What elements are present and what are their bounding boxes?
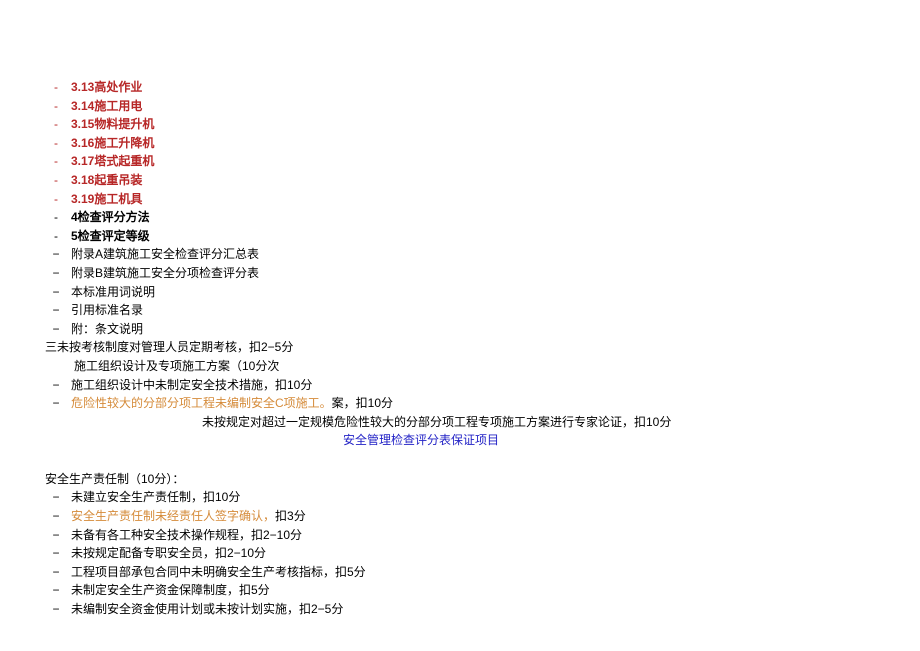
body-text: 施工组织设计中未制定安全技术措施，扣10分 bbox=[71, 376, 920, 395]
list-item: - 5检查评定等级 bbox=[41, 227, 920, 246]
body-line: − 施工组织设计中未制定安全技术措施，扣10分 bbox=[41, 376, 920, 395]
body-line: 未按规定对超过一定规模危险性较大的分部分项工程专项施工方案进行专家论证，扣10分 bbox=[41, 413, 920, 432]
body-text: 未按规定对超过一定规模危险性较大的分部分项工程专项施工方案进行专家论证，扣10分 bbox=[202, 413, 920, 432]
toc-link[interactable]: 3.17塔式起重机 bbox=[71, 152, 920, 171]
list-item: − 工程项目部承包合同中未明确安全生产考核指标，扣5分 bbox=[41, 563, 920, 582]
list-bullet: − bbox=[41, 264, 71, 283]
list-item: − 附录B建筑施工安全分项检查评分表 bbox=[41, 264, 920, 283]
list-bullet: - bbox=[41, 208, 71, 227]
body-text: 工程项目部承包合同中未明确安全生产考核指标，扣5分 bbox=[71, 563, 920, 582]
list-item: - 3.15物料提升机 bbox=[41, 115, 920, 134]
list-item: − 附：条文说明 bbox=[41, 320, 920, 339]
body-text: 未制定安全生产资金保障制度，扣5分 bbox=[71, 581, 920, 600]
toc-text: 本标准用词说明 bbox=[71, 283, 920, 302]
list-bullet: − bbox=[41, 526, 71, 545]
list-item: - 3.13高处作业 bbox=[41, 78, 920, 97]
list-bullet: − bbox=[41, 320, 71, 339]
list-item: − 未按规定配备专职安全员，扣2−10分 bbox=[41, 544, 920, 563]
toc-link[interactable]: 4检查评分方法 bbox=[71, 208, 920, 227]
list-bullet: - bbox=[41, 78, 71, 97]
body-line: − 危险性较大的分部分项工程未编制安全C项施工。案，扣10分 bbox=[41, 394, 920, 413]
section-heading: 安全生产责任制（10分）： bbox=[41, 470, 920, 489]
list-item: − 未备有各工种安全技术操作规程，扣2−10分 bbox=[41, 526, 920, 545]
section-safety-responsibility: 安全生产责任制（10分）： − 未建立安全生产责任制，扣10分 − 安全生产责任… bbox=[41, 470, 920, 619]
list-item: − 引用标准名录 bbox=[41, 301, 920, 320]
list-item: − 安全生产责任制未经责任人签字确认，扣3分 bbox=[41, 507, 920, 526]
list-item: − 未制定安全生产资金保障制度，扣5分 bbox=[41, 581, 920, 600]
top-toc-list: - 3.13高处作业 - 3.14施工用电 - 3.15物料提升机 - 3.16… bbox=[41, 78, 920, 338]
list-item: − 未编制安全资金使用计划或未按计划实施，扣2−5分 bbox=[41, 600, 920, 619]
body-text: 未备有各工种安全技术操作规程，扣2−10分 bbox=[71, 526, 920, 545]
body-text: 未按规定配备专职安全员，扣2−10分 bbox=[71, 544, 920, 563]
list-item: − 未建立安全生产责任制，扣10分 bbox=[41, 488, 920, 507]
list-item: - 3.14施工用电 bbox=[41, 97, 920, 116]
section-title: 安全管理检查评分表保证项目 bbox=[41, 431, 801, 450]
list-bullet: − bbox=[41, 488, 71, 507]
list-bullet: − bbox=[41, 563, 71, 582]
toc-link[interactable]: 3.18起重吊装 bbox=[71, 171, 920, 190]
list-bullet: − bbox=[41, 507, 71, 526]
highlighted-text: 安全生产责任制未经责任人签字确认， bbox=[71, 509, 275, 523]
toc-link[interactable]: 3.16施工升降机 bbox=[71, 134, 920, 153]
list-bullet: - bbox=[41, 97, 71, 116]
toc-link[interactable]: 3.14施工用电 bbox=[71, 97, 920, 116]
list-item: - 3.16施工升降机 bbox=[41, 134, 920, 153]
list-item: - 3.19施工机具 bbox=[41, 190, 920, 209]
toc-link[interactable]: 3.19施工机具 bbox=[71, 190, 920, 209]
list-item: - 3.17塔式起重机 bbox=[41, 152, 920, 171]
list-bullet: - bbox=[41, 152, 71, 171]
list-bullet: − bbox=[41, 600, 71, 619]
toc-text: 附：条文说明 bbox=[71, 320, 920, 339]
list-bullet: - bbox=[41, 171, 71, 190]
list-bullet: - bbox=[41, 227, 71, 246]
list-item: - 3.18起重吊装 bbox=[41, 171, 920, 190]
toc-link[interactable]: 3.13高处作业 bbox=[71, 78, 920, 97]
toc-link[interactable]: 5检查评定等级 bbox=[71, 227, 920, 246]
list-bullet: − bbox=[41, 581, 71, 600]
body-text: 安全生产责任制未经责任人签字确认，扣3分 bbox=[71, 507, 920, 526]
body-line: 施工组织设计及专项施工方案（10分次 bbox=[41, 357, 920, 376]
list-bullet: − bbox=[41, 283, 71, 302]
list-bullet: − bbox=[41, 376, 71, 395]
list-bullet: − bbox=[41, 245, 71, 264]
list-bullet: - bbox=[41, 134, 71, 153]
body-text: 案，扣10分 bbox=[332, 396, 393, 410]
list-bullet: − bbox=[41, 394, 71, 413]
body-text: 未编制安全资金使用计划或未按计划实施，扣2−5分 bbox=[71, 600, 920, 619]
heading-text: 安全生产责任制（10分）： bbox=[45, 470, 920, 489]
list-item: − 附录A建筑施工安全检查评分汇总表 bbox=[41, 245, 920, 264]
list-bullet: - bbox=[41, 115, 71, 134]
toc-text: 附录A建筑施工安全检查评分汇总表 bbox=[71, 245, 920, 264]
list-bullet: - bbox=[41, 190, 71, 209]
body-line: 三未按考核制度对管理人员定期考核，扣2−5分 bbox=[41, 338, 920, 357]
toc-link[interactable]: 3.15物料提升机 bbox=[71, 115, 920, 134]
mid-block: 三未按考核制度对管理人员定期考核，扣2−5分 施工组织设计及专项施工方案（10分… bbox=[41, 338, 920, 450]
body-text: 三未按考核制度对管理人员定期考核，扣2−5分 bbox=[45, 338, 920, 357]
body-text: 施工组织设计及专项施工方案（10分次 bbox=[74, 357, 920, 376]
highlighted-text: 危险性较大的分部分项工程未编制安全C项施工。 bbox=[71, 396, 332, 410]
list-item: − 本标准用词说明 bbox=[41, 283, 920, 302]
body-text: 未建立安全生产责任制，扣10分 bbox=[71, 488, 920, 507]
body-text: 危险性较大的分部分项工程未编制安全C项施工。案，扣10分 bbox=[71, 394, 920, 413]
toc-text: 引用标准名录 bbox=[71, 301, 920, 320]
list-bullet: − bbox=[41, 544, 71, 563]
list-bullet: − bbox=[41, 301, 71, 320]
list-item: - 4检查评分方法 bbox=[41, 208, 920, 227]
document-page: { "top_list": [ { "bullet": "-", "bullet… bbox=[0, 0, 920, 651]
body-text: 扣3分 bbox=[275, 509, 306, 523]
toc-text: 附录B建筑施工安全分项检查评分表 bbox=[71, 264, 920, 283]
